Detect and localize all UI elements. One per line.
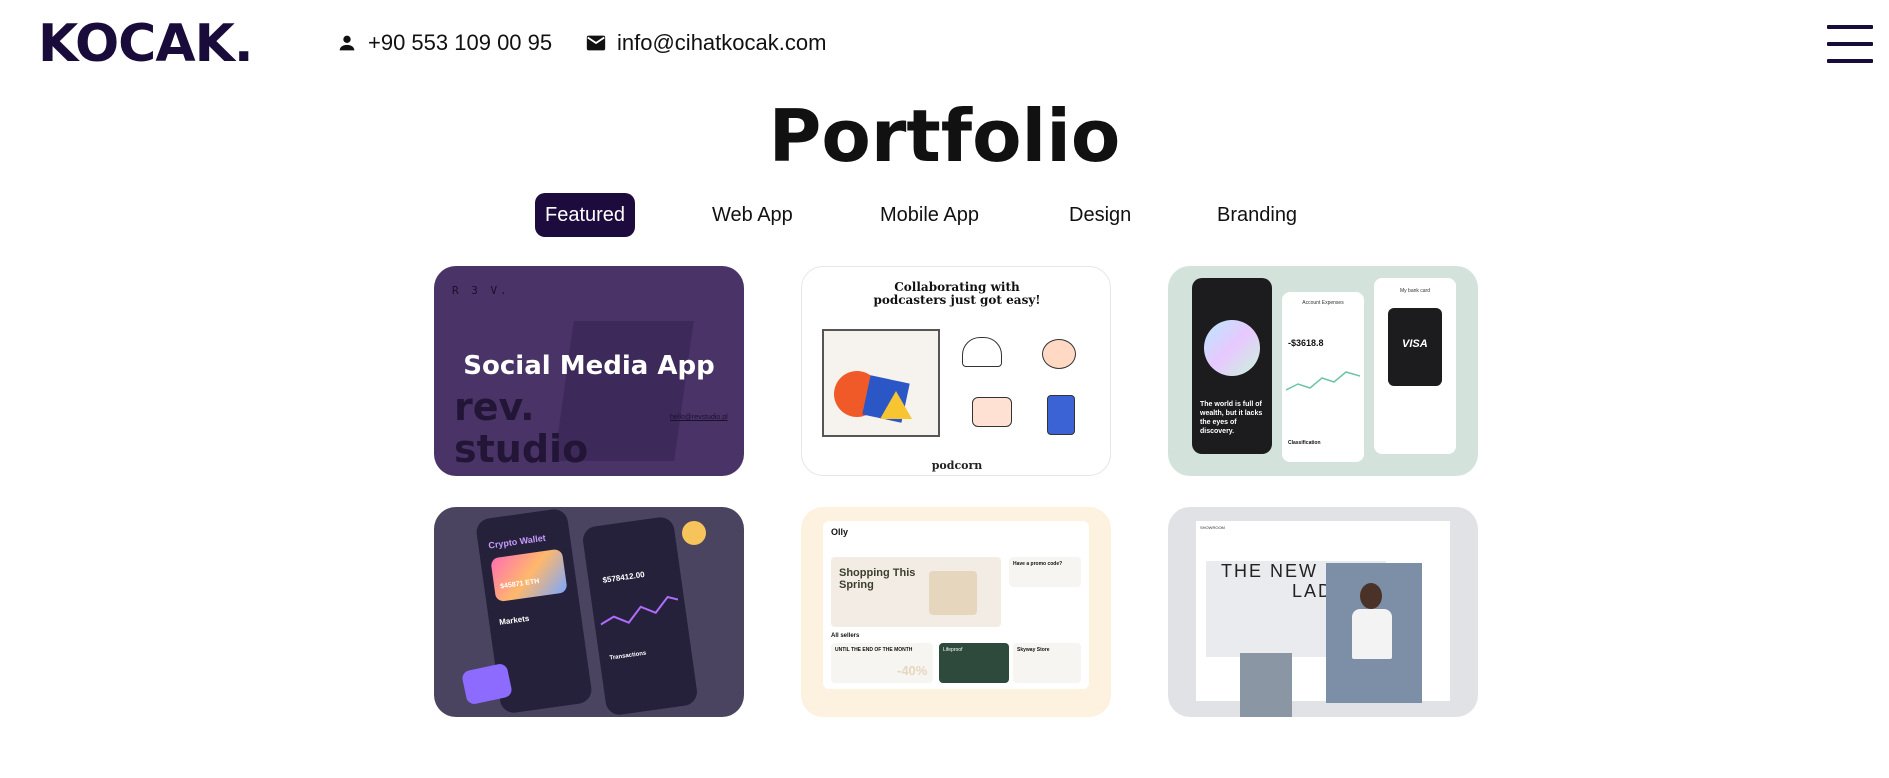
phone-mockup-1: The world is full of wealth, but it lack…	[1192, 278, 1272, 454]
promo-tile: UNTIL THE END OF THE MONTH -40%	[831, 643, 933, 683]
portfolio-card-social-media-app[interactable]: R 3 V. rev. studio hello@revstudio.pl So…	[434, 266, 744, 476]
illustration-figure	[962, 337, 1002, 367]
promo-label: Have a promo code?	[1013, 561, 1063, 567]
page-title: Portfolio	[768, 94, 1121, 178]
phone-mockup-3: My bank card VISA	[1374, 278, 1456, 454]
site-logo[interactable]: KOCAK.	[38, 14, 254, 74]
illustration-figure	[1047, 395, 1075, 435]
expenses-amount: -$3618.8	[1288, 338, 1324, 348]
headline-line-1: THE NEW	[1221, 561, 1318, 581]
lifeproof-tile: Lifeproof	[939, 643, 1009, 683]
menu-line	[1827, 42, 1873, 46]
browser-mockup: Olly Shopping This Spring Have a promo c…	[823, 521, 1089, 689]
illustration-figure	[1042, 339, 1076, 369]
email-address: info@cihatkocak.com	[617, 30, 827, 55]
card-heading: Collaborating with podcasters just got e…	[873, 280, 1041, 307]
phone-mockup-right: $578412.00 Transactions	[581, 515, 699, 717]
classification-label: Classification	[1288, 440, 1321, 446]
hamburger-menu-icon[interactable]	[1827, 25, 1873, 63]
illustration-figure	[972, 397, 1012, 427]
phone-mockup-2: Account Expenses -$3618.8 Classification	[1282, 292, 1364, 462]
model-shirt	[1352, 609, 1392, 659]
phone-number: +90 553 109 00 95	[368, 30, 553, 55]
crypto-chart	[600, 595, 679, 626]
portfolio-card-the-new-lady[interactable]: SHOWROOM THE NEW LADY	[1168, 507, 1478, 717]
card-brand: podcorn	[931, 459, 983, 472]
tab-design[interactable]: Design	[1059, 193, 1141, 237]
model-photo-main	[1326, 563, 1422, 703]
wallet-balance: $45871 ETH	[499, 578, 540, 591]
contact-phone[interactable]: +90 553 109 00 95	[336, 30, 552, 56]
fashion-brand: SHOWROOM	[1200, 525, 1225, 530]
fashion-page-mockup: SHOWROOM THE NEW LADY	[1196, 521, 1450, 717]
expenses-chart	[1286, 371, 1360, 391]
model-photo-small	[1240, 653, 1292, 717]
person-icon	[339, 35, 355, 51]
visa-card: VISA	[1388, 308, 1442, 386]
hero-title: Shopping This Spring	[839, 567, 916, 591]
card-words: rev. studio	[454, 385, 589, 471]
tab-mobile-app[interactable]: Mobile App	[870, 193, 989, 237]
card-email: hello@revstudio.pl	[670, 414, 728, 421]
phone-tagline: The world is full of wealth, but it lack…	[1200, 401, 1263, 435]
store-label: Skyway Store	[1017, 647, 1050, 653]
menu-line	[1827, 59, 1873, 63]
coin-icon	[682, 521, 706, 545]
crypto-amount: $578412.00	[602, 570, 646, 585]
portfolio-card-finance-app[interactable]: The world is full of wealth, but it lack…	[1168, 266, 1478, 476]
wallet-title: Crypto Wallet	[487, 532, 547, 551]
tab-web-app[interactable]: Web App	[702, 193, 803, 237]
promo-tile-label: UNTIL THE END OF THE MONTH	[835, 647, 913, 653]
holo-sphere	[1204, 320, 1260, 376]
portfolio-card-olly-ecommerce[interactable]: Olly Shopping This Spring Have a promo c…	[801, 507, 1111, 717]
card-overlay-title: Social Media App	[463, 351, 715, 381]
sellers-label: All sellers	[831, 633, 860, 639]
visa-label: VISA	[1402, 338, 1428, 350]
tab-featured[interactable]: Featured	[535, 193, 636, 237]
expenses-title: Account Expenses	[1302, 300, 1344, 306]
bank-card-title: My bank card	[1399, 288, 1430, 294]
illustration-shape	[880, 391, 912, 419]
site-header: KOCAK. +90 553 109 00 95 info@cihatkocak…	[0, 0, 1889, 92]
markets-label: Markets	[498, 613, 530, 627]
shop-brand: Olly	[831, 527, 849, 537]
hero-banner: Shopping This Spring	[831, 557, 1001, 627]
tab-branding[interactable]: Branding	[1207, 193, 1307, 237]
lifeproof-label: Lifeproof	[943, 647, 963, 653]
portfolio-card-podcorn[interactable]: Collaborating with podcasters just got e…	[801, 266, 1111, 476]
store-tile: Skyway Store	[1013, 643, 1081, 683]
transactions-label: Transactions	[609, 650, 647, 662]
wallet-card: $45871 ETH	[490, 548, 568, 603]
portfolio-card-crypto-wallet[interactable]: Crypto Wallet $45871 ETH Markets $578412…	[434, 507, 744, 717]
discount-label: -40%	[897, 663, 928, 678]
hero-image	[929, 571, 977, 615]
illustration-frame	[822, 329, 940, 437]
card-brand: R 3 V.	[452, 284, 510, 297]
menu-line	[1827, 25, 1873, 29]
contact-email[interactable]: info@cihatkocak.com	[585, 30, 826, 56]
model-head	[1360, 583, 1382, 609]
mail-icon	[586, 35, 606, 51]
promo-box: Have a promo code?	[1009, 557, 1081, 587]
